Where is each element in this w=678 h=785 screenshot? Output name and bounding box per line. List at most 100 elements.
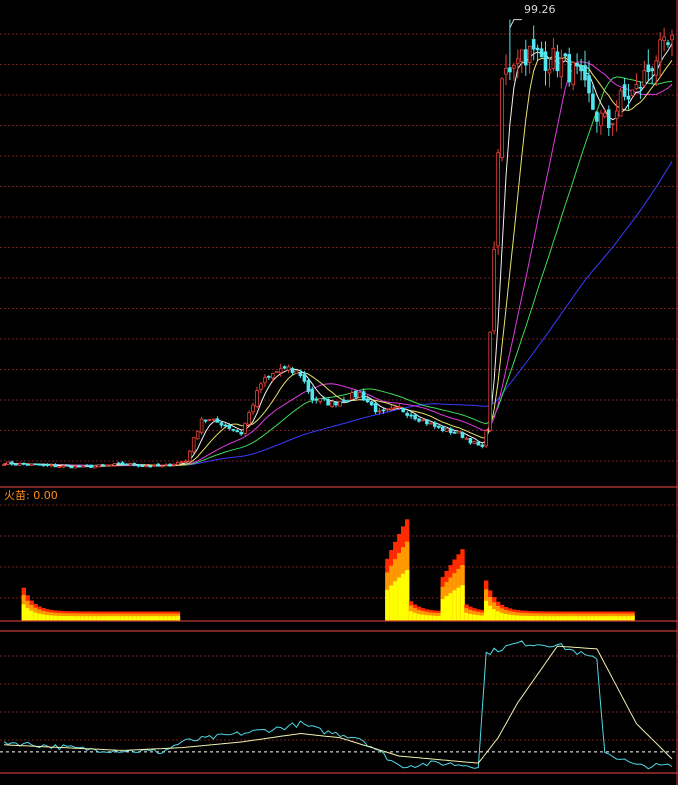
candle-body xyxy=(251,404,255,413)
candle-body xyxy=(136,464,141,467)
candle-body xyxy=(14,463,18,466)
candle-body xyxy=(61,465,66,468)
candle-body xyxy=(452,431,457,434)
candle-body xyxy=(405,412,409,416)
candle-body xyxy=(520,49,524,62)
candle-body xyxy=(670,34,674,41)
candle-body xyxy=(180,461,184,464)
flame-bar xyxy=(401,573,406,621)
flame-bar xyxy=(156,616,161,621)
candle-body xyxy=(642,70,647,86)
candle-body xyxy=(622,84,627,97)
candle-body xyxy=(294,370,299,375)
flame-bar xyxy=(515,615,521,621)
flame-bar xyxy=(140,616,145,621)
flame-bar xyxy=(132,616,137,621)
flame-bar xyxy=(175,616,181,621)
flame-bar xyxy=(100,616,105,621)
candle-body xyxy=(116,462,121,465)
candle-body xyxy=(531,39,536,50)
flame-bar xyxy=(124,616,129,621)
candle-body xyxy=(49,464,54,467)
flame-bar xyxy=(571,616,576,621)
flame-bar xyxy=(148,616,153,621)
candle-body xyxy=(417,418,421,422)
flame-bar xyxy=(559,616,564,621)
candle-body xyxy=(440,426,445,432)
flame-bar xyxy=(488,605,493,621)
flame-bar xyxy=(452,590,457,621)
candle-body xyxy=(259,383,263,390)
candle-body xyxy=(618,90,623,117)
candle-body xyxy=(365,398,370,403)
candle-body xyxy=(306,380,311,392)
candle-body xyxy=(539,48,544,58)
flame-bar xyxy=(468,613,473,621)
flame-panel-title: 火苗: 0.00 xyxy=(4,489,58,502)
candle-body xyxy=(77,465,81,468)
flame-bar xyxy=(606,616,611,621)
candle-body xyxy=(41,464,46,467)
candle-body xyxy=(6,461,10,465)
candle-body xyxy=(148,465,153,468)
flame-bar xyxy=(535,616,540,621)
flame-bar xyxy=(476,615,481,621)
flame-bar xyxy=(464,612,469,621)
flame-bar xyxy=(53,615,58,621)
flame-bar xyxy=(543,616,548,621)
flame-bar xyxy=(495,611,501,621)
flame-bar xyxy=(108,616,113,621)
candle-body xyxy=(334,401,338,406)
flame-bar xyxy=(519,615,524,621)
candle-body xyxy=(425,419,429,425)
flame-bar xyxy=(523,615,528,621)
flame-bar xyxy=(171,616,177,621)
candle-body xyxy=(500,78,504,159)
candle-body xyxy=(69,465,74,469)
candle-body xyxy=(239,431,244,435)
candle-body xyxy=(385,408,390,411)
candle-body xyxy=(17,462,22,466)
flame-bar xyxy=(37,613,42,621)
candle-body xyxy=(444,427,449,432)
flame-bar xyxy=(622,616,627,621)
candle-body xyxy=(120,462,125,465)
flame-bar xyxy=(88,616,94,621)
candle-body xyxy=(33,463,38,466)
candle-body xyxy=(535,47,540,51)
candle-body xyxy=(524,49,528,66)
flame-bar xyxy=(128,616,133,621)
candle-body xyxy=(176,461,180,465)
candle-body xyxy=(37,463,42,466)
candle-body xyxy=(349,392,354,400)
candle-body xyxy=(389,407,394,411)
flame-bar xyxy=(428,615,434,621)
flame-bar xyxy=(503,614,509,621)
flame-bar xyxy=(456,587,461,621)
flame-bar xyxy=(393,581,398,621)
candle-body xyxy=(603,112,607,117)
flame-bar xyxy=(618,616,623,621)
candle-body xyxy=(575,63,579,67)
flame-bar xyxy=(92,616,98,621)
candle-body xyxy=(381,409,386,412)
flame-bar xyxy=(57,615,62,621)
flame-bar xyxy=(602,616,607,621)
flame-bar xyxy=(163,616,169,621)
candle-body xyxy=(595,111,599,122)
candle-body xyxy=(101,464,105,467)
candle-body xyxy=(393,406,398,409)
candle-body xyxy=(172,463,176,466)
flame-bar xyxy=(480,615,485,621)
candle-body xyxy=(342,399,346,402)
candle-body xyxy=(247,412,251,425)
candle-body xyxy=(81,465,85,468)
flame-bar xyxy=(626,616,631,621)
candle-body xyxy=(152,464,157,467)
flame-bar xyxy=(33,612,38,621)
candle-body xyxy=(563,53,568,57)
candle-body xyxy=(658,39,662,63)
flame-bar xyxy=(547,616,552,621)
flame-bar xyxy=(112,616,117,621)
candle-body xyxy=(626,95,631,100)
